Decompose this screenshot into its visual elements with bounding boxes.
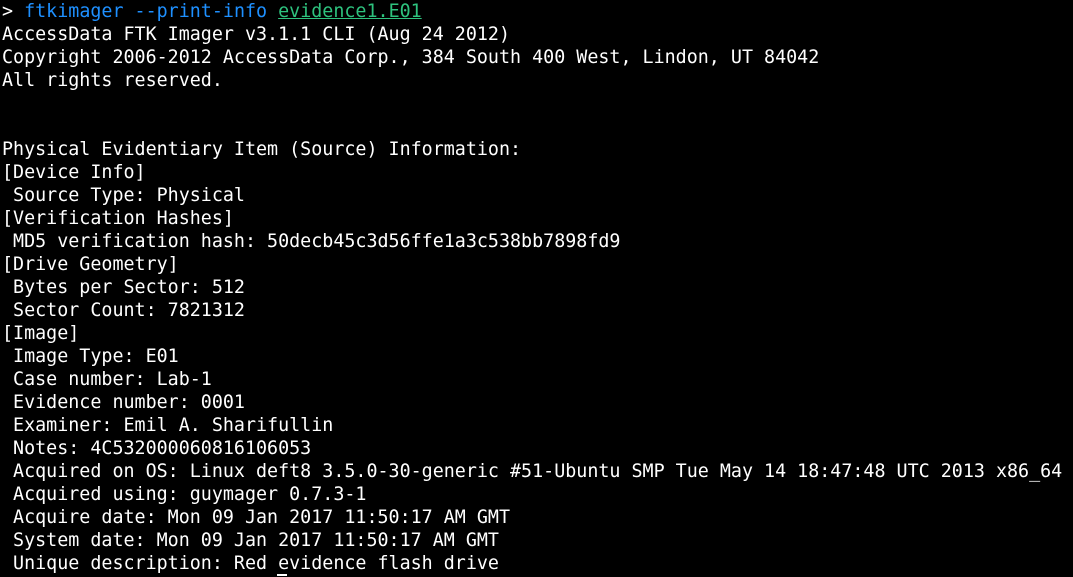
output-line-unique-description: Unique description: Red evidence flash d… xyxy=(2,553,499,574)
terminal-window[interactable]: > ftkimager --print-info evidence1.E01 A… xyxy=(2,0,1073,577)
output-line-evidence-number: Evidence number: 0001 xyxy=(2,392,245,413)
prompt-symbol: > xyxy=(2,1,25,22)
output-line-image-type: Image Type: E01 xyxy=(2,346,179,367)
text-cursor xyxy=(277,574,287,576)
output-line-md5-hash: MD5 verification hash: 50decb45c3d56ffe1… xyxy=(2,231,621,252)
command-argument-file[interactable]: evidence1.E01 xyxy=(278,1,422,22)
output-line-notes: Notes: 4C532000060816106053 xyxy=(2,438,312,459)
output-line-acquired-using: Acquired using: guymager 0.7.3-1 xyxy=(2,484,367,505)
output-line-section-title: Physical Evidentiary Item (Source) Infor… xyxy=(2,139,522,160)
output-line-blank xyxy=(2,115,1073,138)
output-line-device-info-header: [Device Info] xyxy=(2,162,146,183)
command-prompt-line: > ftkimager --print-info evidence1.E01 xyxy=(2,0,1073,23)
output-line-rights: All rights reserved. xyxy=(2,70,223,91)
output-line-blank xyxy=(2,92,1073,115)
output-line-image-header: [Image] xyxy=(2,323,80,344)
command-name: ftkimager xyxy=(24,1,124,22)
output-line-sector-count: Sector Count: 7821312 xyxy=(2,300,245,321)
output-line-version: AccessData FTK Imager v3.1.1 CLI (Aug 24… xyxy=(2,24,511,45)
output-line-source-type: Source Type: Physical xyxy=(2,185,245,206)
output-line-case-number: Case number: Lab-1 xyxy=(2,369,212,390)
output-line-examiner: Examiner: Emil A. Sharifullin xyxy=(2,415,334,436)
command-flag: --print-info xyxy=(134,1,268,22)
output-line-drive-geometry-header: [Drive Geometry] xyxy=(2,254,179,275)
output-line-copyright: Copyright 2006-2012 AccessData Corp., 38… xyxy=(2,47,820,68)
output-line-acquire-date: Acquire date: Mon 09 Jan 2017 11:50:17 A… xyxy=(2,507,511,528)
output-line-acquired-os: Acquired on OS: Linux deft8 3.5.0-30-gen… xyxy=(2,461,1063,482)
output-line-system-date: System date: Mon 09 Jan 2017 11:50:17 AM… xyxy=(2,530,499,551)
output-line-bytes-per-sector: Bytes per Sector: 512 xyxy=(2,277,245,298)
output-line-verification-hashes-header: [Verification Hashes] xyxy=(2,208,234,229)
